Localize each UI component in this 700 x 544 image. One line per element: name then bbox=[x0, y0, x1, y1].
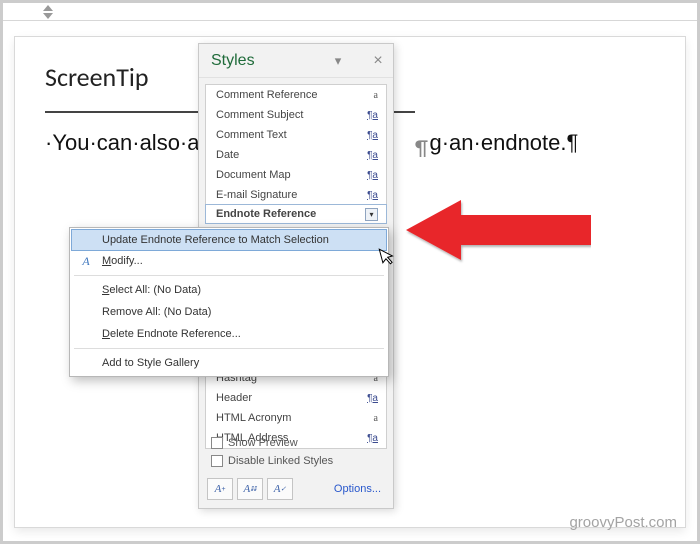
style-type-char-icon: a bbox=[374, 90, 378, 101]
menu-select-all[interactable]: Select All: (No Data) bbox=[72, 279, 386, 301]
style-item-date[interactable]: Date ¶a bbox=[206, 145, 386, 165]
styles-pane-title: Styles bbox=[211, 52, 329, 70]
style-item-email-signature[interactable]: E-mail Signature ¶a bbox=[206, 185, 386, 205]
manage-styles-button[interactable]: A✓ bbox=[267, 478, 293, 500]
paragraph-mark-icon: ¶ bbox=[415, 134, 428, 161]
menu-add-to-gallery[interactable]: Add to Style Gallery bbox=[72, 352, 386, 374]
styles-pane-dropdown-icon[interactable]: ▾ bbox=[329, 53, 347, 69]
style-item-html-acronym[interactable]: HTML Acronym a bbox=[206, 408, 386, 428]
style-type-linked-icon: ¶a bbox=[367, 393, 378, 404]
styles-pane-buttons: A+ A𝌮 A✓ Options... bbox=[207, 478, 385, 500]
menu-divider bbox=[74, 348, 384, 349]
style-type-linked-icon: ¶a bbox=[367, 190, 378, 201]
style-type-linked-icon: ¶a bbox=[367, 110, 378, 121]
styles-list-top: Comment Reference a Comment Subject ¶a C… bbox=[205, 84, 387, 224]
app-frame: ScreenTip ¶ ·You·can·also·ag·an·endnote.… bbox=[0, 0, 700, 544]
style-item-header[interactable]: Header ¶a bbox=[206, 388, 386, 408]
style-type-linked-icon: ¶a bbox=[367, 170, 378, 181]
checkbox-icon bbox=[211, 437, 223, 449]
menu-update-to-match[interactable]: Update Endnote Reference to Match Select… bbox=[71, 229, 387, 251]
style-context-menu: Update Endnote Reference to Match Select… bbox=[69, 227, 389, 377]
menu-divider bbox=[74, 275, 384, 276]
disable-linked-styles-checkbox[interactable]: Disable Linked Styles bbox=[207, 452, 385, 470]
show-preview-checkbox[interactable]: Show Preview bbox=[207, 434, 385, 452]
new-style-button[interactable]: A+ bbox=[207, 478, 233, 500]
styles-pane-footer: Show Preview Disable Linked Styles A+ A𝌮… bbox=[199, 428, 393, 508]
style-item-comment-text[interactable]: Comment Text ¶a bbox=[206, 125, 386, 145]
close-icon[interactable]: × bbox=[369, 52, 387, 70]
style-item-comment-reference[interactable]: Comment Reference a bbox=[206, 85, 386, 105]
style-inspector-button[interactable]: A𝌮 bbox=[237, 478, 263, 500]
ruler bbox=[3, 3, 697, 21]
checkbox-icon bbox=[211, 455, 223, 467]
style-type-linked-icon: ¶a bbox=[367, 150, 378, 161]
watermark-text: groovyPost.com bbox=[569, 514, 677, 531]
style-type-linked-icon: ¶a bbox=[367, 130, 378, 141]
menu-delete-style[interactable]: Delete Endnote Reference... bbox=[72, 323, 386, 345]
modify-icon: A bbox=[78, 253, 94, 269]
style-item-endnote-reference[interactable]: Endnote Reference ▾ bbox=[205, 204, 387, 224]
options-link[interactable]: Options... bbox=[334, 483, 385, 495]
menu-remove-all[interactable]: Remove All: (No Data) bbox=[72, 301, 386, 323]
menu-modify[interactable]: A Modify... bbox=[72, 250, 386, 272]
style-type-char-icon: a bbox=[374, 413, 378, 424]
style-item-document-map[interactable]: Document Map ¶a bbox=[206, 165, 386, 185]
callout-arrow-icon bbox=[401, 195, 591, 265]
styles-pane-header: Styles ▾ × bbox=[199, 44, 393, 78]
style-item-comment-subject[interactable]: Comment Subject ¶a bbox=[206, 105, 386, 125]
style-item-dropdown-icon[interactable]: ▾ bbox=[365, 208, 378, 221]
